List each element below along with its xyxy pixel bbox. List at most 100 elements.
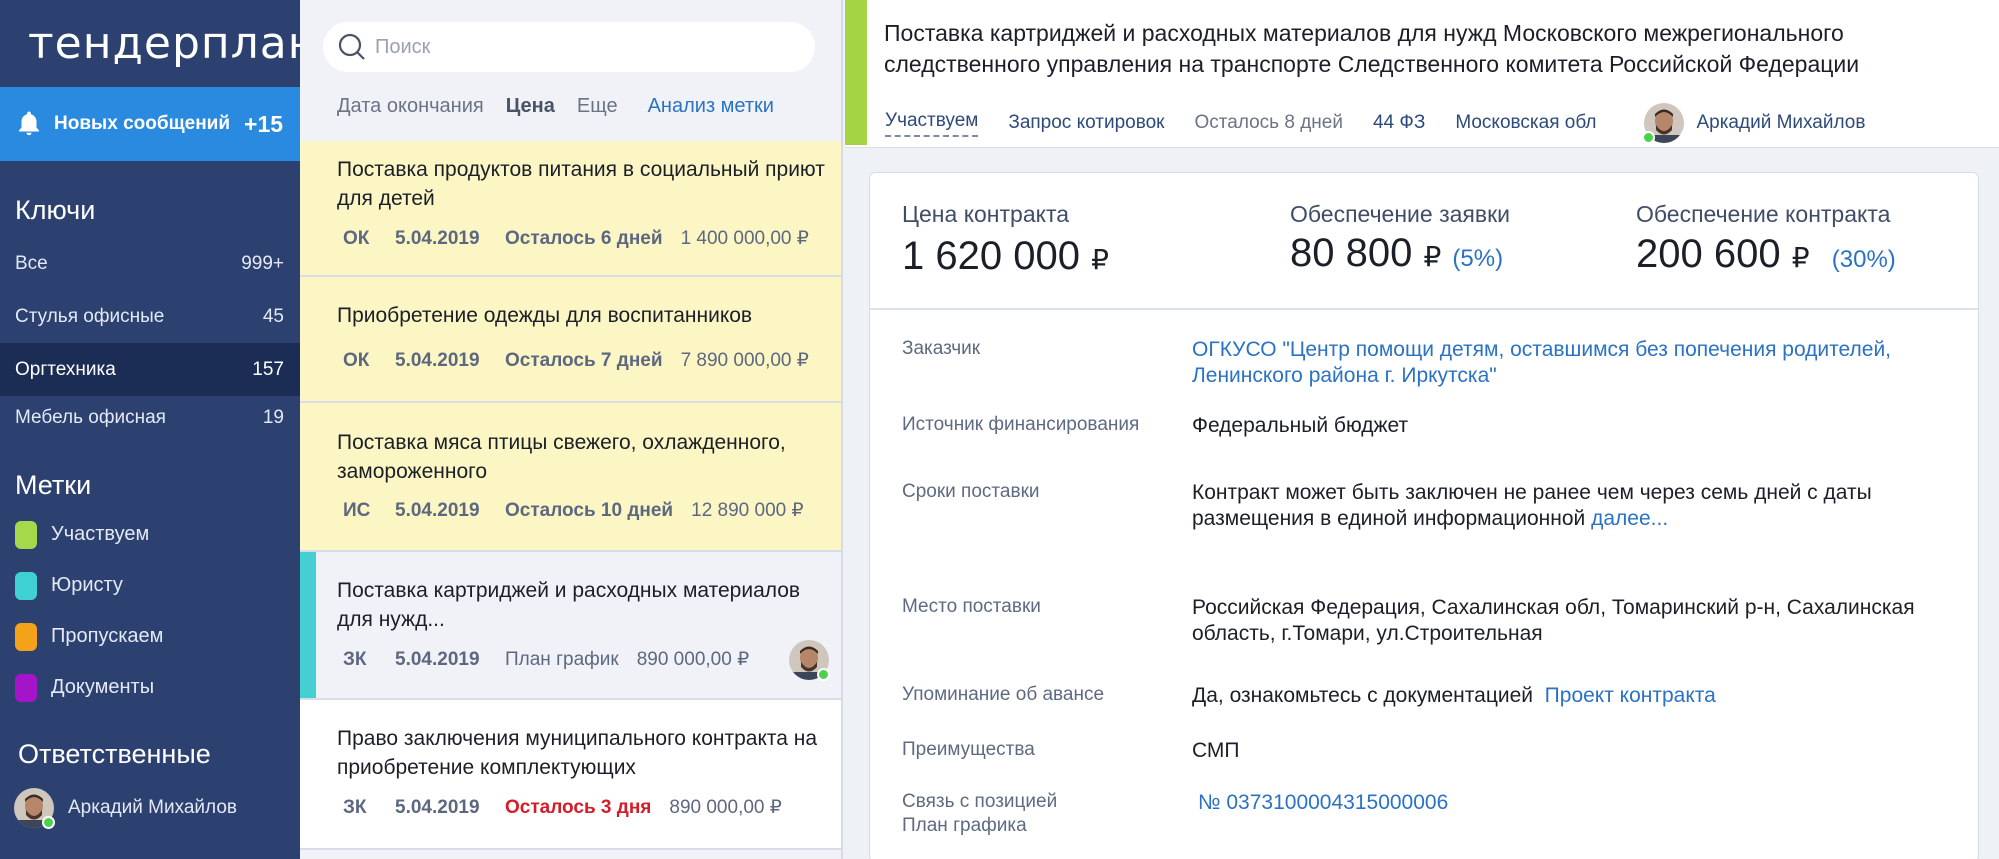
key-label: Все	[15, 252, 48, 274]
tag-skip[interactable]: Пропускаем	[0, 611, 300, 662]
field-value: ОГКУСО "Центр помощи детям, оставшимся б…	[1192, 337, 1962, 389]
sort-end-date[interactable]: Дата окончания	[337, 95, 484, 118]
price: 12 890 000 ₽	[691, 499, 803, 522]
avatar	[789, 640, 830, 681]
end-date: 5.04.2019	[395, 499, 480, 521]
currency: ₽	[737, 649, 750, 670]
list-item-selected[interactable]: Поставка картриджей и расходных материал…	[300, 552, 841, 700]
time-left: Осталось 10 дней	[505, 499, 674, 521]
search-placeholder: Поиск	[375, 35, 431, 58]
region: Московская обл	[1455, 112, 1597, 133]
field-label-line: Связь с позицией	[902, 791, 1058, 812]
sidebar-item-office-equipment[interactable]: Оргтехника 157	[0, 343, 300, 396]
bid-security: Обеспечение заявки 80 800 ₽ (5%)	[1290, 201, 1510, 276]
field-label: Сроки поставки	[902, 481, 1040, 502]
list-item[interactable]: Поставка продуктов питания в социальный …	[300, 141, 841, 277]
tender-list-panel: Поиск Дата окончания Цена Еще Анализ мет…	[300, 0, 843, 859]
tag-label: Юристу	[51, 574, 123, 596]
list-item-title: Приобретение одежды для воспитанников	[337, 304, 753, 327]
tag-label: Участвуем	[51, 523, 150, 545]
list-item[interactable]: Приобретение одежды для воспитанников ОК…	[300, 277, 841, 403]
sort-more[interactable]: Еще	[577, 95, 618, 118]
draft-contract-link[interactable]: Проект контракта	[1545, 684, 1716, 707]
field-label: Связь с позицией План графика	[902, 790, 1192, 838]
price: 1 400 000,00 ₽	[681, 227, 809, 250]
list-item[interactable]: Право заключения муниципального контракт…	[300, 700, 841, 850]
price: 7 890 000,00 ₽	[681, 349, 809, 372]
price-summary: Цена контракта 1 620 000 ₽ Обеспечение з…	[870, 173, 1978, 310]
app-logo[interactable]: тендерплан	[0, 0, 300, 87]
advance-text: Да, ознакомьтесь с документацией	[1192, 684, 1533, 707]
time-left: Осталось 7 дней	[505, 349, 663, 371]
field-value: Российская Федерация, Сахалинская обл, Т…	[1192, 596, 1915, 645]
field-label: Преимущества	[902, 739, 1035, 760]
tag-analysis-link[interactable]: Анализ метки	[648, 95, 774, 118]
bid-security-label: Обеспечение заявки	[1290, 201, 1511, 227]
responsible-title: Ответственные	[18, 739, 211, 769]
keys-title: Ключи	[15, 195, 96, 225]
field-funding: Источник финансирования Федеральный бюдж…	[902, 413, 1962, 439]
field-delivery-terms: Сроки поставки Контракт может быть заклю…	[902, 480, 1962, 532]
field-customer: Заказчик ОГКУСО "Центр помощи детям, ост…	[902, 337, 1962, 389]
procedure-type: ОК	[343, 349, 370, 371]
currency: ₽	[791, 500, 804, 521]
tag-lawyer[interactable]: Юристу	[0, 560, 300, 611]
currency: ₽	[1423, 241, 1442, 272]
field-advantages: Преимущества СМП	[902, 738, 1962, 764]
field-plan-link: Связь с позицией План графика № 037310000…	[902, 790, 1962, 838]
procedure-type: ЗК	[343, 648, 367, 670]
tag-documents[interactable]: Документы	[0, 662, 300, 713]
end-date: 5.04.2019	[395, 796, 480, 818]
avatar	[14, 788, 55, 829]
status-dropdown[interactable]: Участвуем	[885, 110, 979, 137]
procedure-type: ИС	[343, 499, 371, 521]
list-item-meta: ЗК 5.04.2019 Осталось 3 дня 890 000,00 ₽	[343, 796, 782, 819]
plan-position-link[interactable]: № 0373100004315000006	[1198, 791, 1448, 814]
currency: ₽	[796, 228, 809, 249]
procedure-type: ОК	[343, 227, 370, 249]
key-label: Мебель офисная	[15, 407, 166, 428]
list-item[interactable]: Поставка мяса птицы свежего, охлажденног…	[300, 403, 841, 552]
price: 890 000,00 ₽	[669, 796, 781, 819]
tags-list: Участвуем Юристу Пропускаем Документы	[0, 509, 300, 713]
field-value: Да, ознакомьтесь с документацией Проект …	[1192, 683, 1962, 709]
new-messages-button[interactable]: Новых сообщений +15	[0, 87, 300, 161]
field-value: Федеральный бюджет	[1192, 414, 1409, 437]
list-item-meta: ОК 5.04.2019 Осталось 6 дней 1 400 000,0…	[343, 227, 809, 250]
assigned-user[interactable]: Аркадий Михайлов	[1642, 103, 1895, 144]
key-label: Оргтехника	[15, 358, 116, 380]
sidebar-item-office-chairs[interactable]: Стулья офисные 45	[0, 290, 300, 343]
time-left: Осталось 6 дней	[505, 227, 663, 249]
field-value: СМП	[1192, 739, 1240, 762]
key-count: 157	[252, 358, 284, 380]
tender-title: Поставка картриджей и расходных материал…	[884, 20, 1860, 77]
field-value: Контракт может быть заключен не ранее че…	[1192, 480, 1962, 532]
new-messages-count: +15	[244, 110, 284, 137]
contract-security: Обеспечение контракта 200 600 ₽ (30%)	[1636, 201, 1896, 277]
search-input[interactable]: Поиск	[323, 22, 815, 72]
sort-price[interactable]: Цена	[506, 95, 555, 118]
read-more-link[interactable]: далее...	[1591, 507, 1668, 530]
tag-label: Документы	[51, 676, 155, 698]
list-item-meta: ИС 5.04.2019 Осталось 10 дней 12 890 000…	[343, 499, 804, 522]
time-left: План график	[505, 648, 619, 670]
procedure-type: Запрос котировок	[1008, 112, 1165, 133]
list-item-title: Поставка картриджей и расходных материал…	[337, 579, 801, 631]
tag-participating[interactable]: Участвуем	[0, 509, 300, 560]
online-indicator	[817, 668, 830, 681]
key-label: Стулья офисные	[15, 305, 165, 327]
detail-header: Поставка картриджей и расходных материал…	[845, 0, 1999, 148]
field-value: № 0373100004315000006	[1192, 790, 1962, 838]
list-item-title: Право заключения муниципального контракт…	[337, 727, 818, 779]
price-value: 890 000,00	[669, 797, 765, 818]
key-count: 999+	[241, 252, 284, 274]
responsible-item[interactable]: Аркадий Михайлов	[0, 788, 300, 829]
tag-accent-bar	[845, 0, 867, 145]
sidebar-item-office-furniture[interactable]: Мебель офисная 19	[0, 396, 300, 440]
customer-link[interactable]: ОГКУСО "Центр помощи детям, оставшимся б…	[1192, 338, 1891, 387]
sidebar-item-all[interactable]: Все 999+	[0, 237, 300, 290]
terms-text: Контракт может быть заключен не ранее че…	[1192, 481, 1872, 530]
bid-security-value: 80 800 ₽ (5%)	[1290, 231, 1510, 276]
price-value: 200 600	[1636, 232, 1781, 276]
tag-label: Пропускаем	[51, 625, 164, 647]
